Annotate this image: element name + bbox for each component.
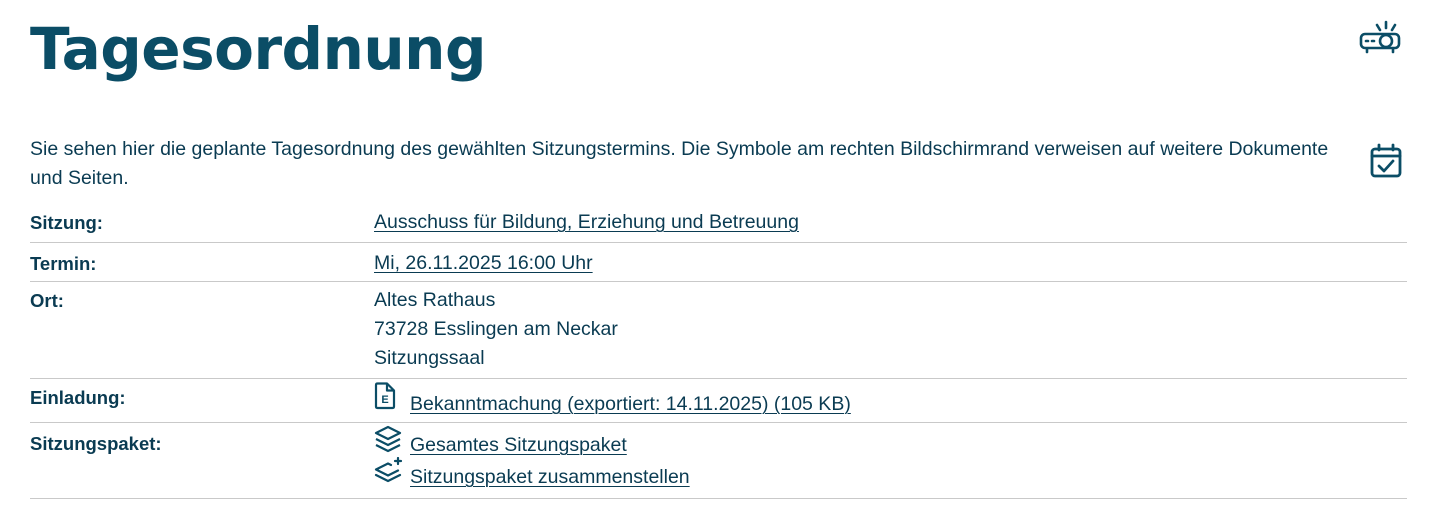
einladung-item: E Bekanntmachung (exportiert: 14.11.2025… <box>374 382 851 419</box>
intro-text: Sie sehen hier die geplante Tagesordnung… <box>30 138 1329 189</box>
meeting-details: Sitzung: Ausschuss für Bildung, Erziehun… <box>30 203 1407 499</box>
ort-line-city: 73728 Esslingen am Neckar <box>374 318 618 340</box>
row-ort: Ort: Altes Rathaus 73728 Esslingen am Ne… <box>30 282 1407 379</box>
row-einladung: Einladung: E Bekanntmachung (exportiert:… <box>30 379 1407 423</box>
sitzungspaket-label: Sitzungspaket: <box>30 433 162 454</box>
einladung-label: Einladung: <box>30 387 126 408</box>
calendar-check-icon[interactable] <box>1369 143 1403 179</box>
ort-label: Ort: <box>30 290 64 311</box>
sitzung-label: Sitzung: <box>30 212 103 233</box>
sitzungspaket-item-zusammenstellen: Sitzungspaket zusammenstellen <box>374 456 690 494</box>
svg-text:E: E <box>381 394 388 406</box>
page-title: Tagesordnung <box>30 15 486 83</box>
document-icon: E <box>374 382 396 419</box>
row-sitzungspaket: Sitzungspaket: Gesamtes Sitzungspaket Si… <box>30 423 1407 499</box>
row-sitzung: Sitzung: Ausschuss für Bildung, Erziehun… <box>30 203 1407 243</box>
ort-line-building: Altes Rathaus <box>374 289 496 311</box>
sitzung-link[interactable]: Ausschuss für Bildung, Erziehung und Bet… <box>374 211 799 233</box>
termin-link[interactable]: Mi, 26.11.2025 16:00 Uhr <box>374 252 593 274</box>
sitzungspaket-zusammenstellen-link[interactable]: Sitzungspaket zusammenstellen <box>410 463 690 492</box>
termin-label: Termin: <box>30 253 97 274</box>
bekanntmachung-link[interactable]: Bekanntmachung (exportiert: 14.11.2025) … <box>410 390 851 419</box>
row-termin: Termin: Mi, 26.11.2025 16:00 Uhr <box>30 243 1407 282</box>
projector-icon[interactable] <box>1358 20 1402 56</box>
ort-line-room: Sitzungssaal <box>374 347 485 369</box>
layers-plus-icon <box>374 456 404 494</box>
gesamtes-sitzungspaket-link[interactable]: Gesamtes Sitzungspaket <box>410 431 627 460</box>
